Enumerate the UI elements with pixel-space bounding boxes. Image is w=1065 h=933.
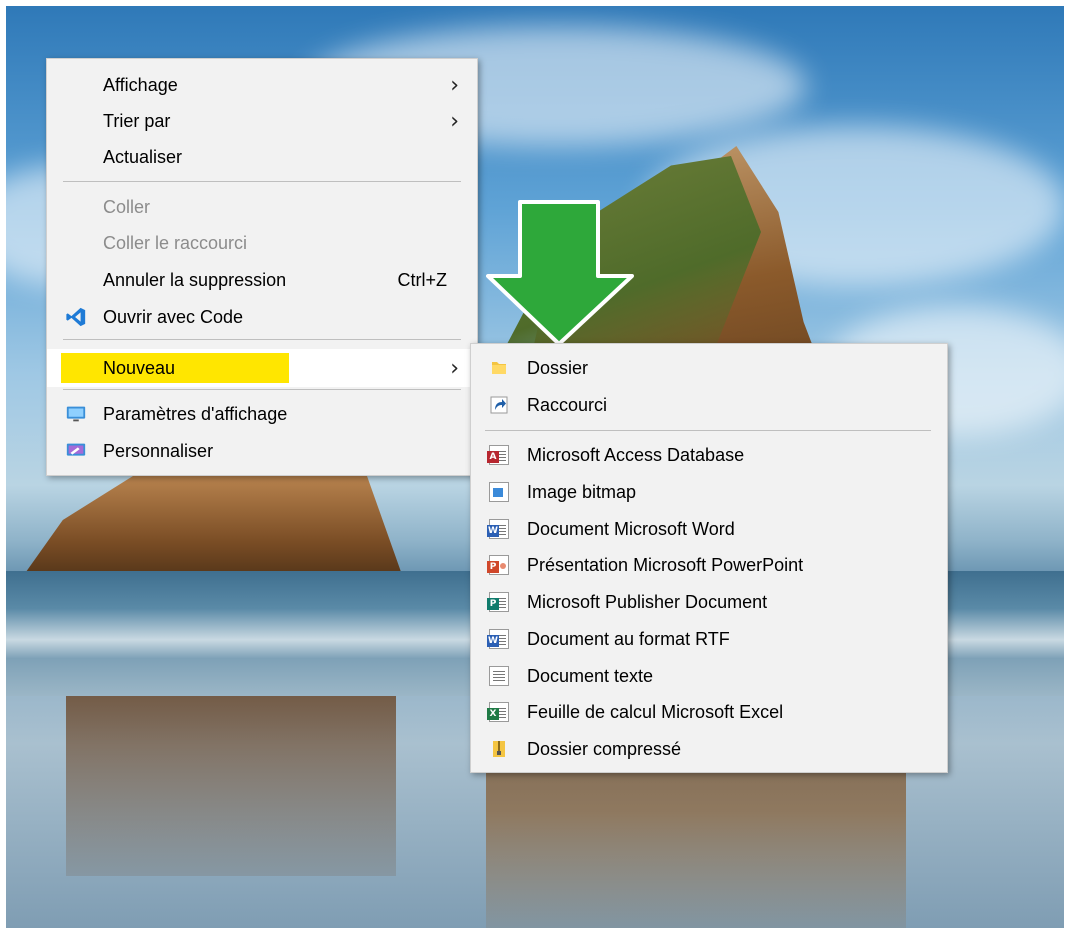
access-file-icon: A	[487, 445, 509, 465]
bitmap-file-icon	[489, 482, 509, 502]
menu-separator	[63, 389, 461, 390]
menu-item-personnaliser[interactable]: Personnaliser	[47, 433, 477, 469]
submenu-item-label: Document Microsoft Word	[527, 518, 735, 539]
submenu-item-dossier[interactable]: Dossier	[471, 350, 947, 386]
submenu-item-publisher[interactable]: P Microsoft Publisher Document	[471, 584, 947, 620]
submenu-item-label: Présentation Microsoft PowerPoint	[527, 554, 804, 575]
submenu-item-word[interactable]: W Document Microsoft Word	[471, 511, 947, 547]
personalize-icon	[66, 443, 86, 456]
menu-item-parametres-affichage[interactable]: Paramètres d'affichage	[47, 396, 477, 432]
menu-item-trier-par[interactable]: Trier par ›	[47, 103, 477, 139]
menu-item-coller[interactable]: Coller	[47, 189, 477, 225]
menu-item-label: Coller	[103, 196, 151, 217]
submenu-item-excel[interactable]: X Feuille de calcul Microsoft Excel	[471, 694, 947, 730]
submenu-item-label: Raccourci	[527, 394, 608, 415]
chevron-right-icon: ›	[450, 72, 459, 98]
nouveau-submenu: Dossier Raccourci A Microsoft Access Dat…	[470, 343, 948, 773]
submenu-item-bitmap[interactable]: Image bitmap	[471, 474, 947, 510]
menu-item-label: Ouvrir avec Code	[103, 306, 244, 327]
menu-item-actualiser[interactable]: Actualiser	[47, 139, 477, 175]
menu-item-label: Paramètres d'affichage	[103, 403, 288, 424]
word-file-icon: W	[487, 519, 509, 539]
publisher-file-icon: P	[487, 592, 509, 612]
folder-icon	[492, 362, 506, 374]
submenu-item-access[interactable]: A Microsoft Access Database	[471, 437, 947, 473]
excel-file-icon: X	[487, 702, 509, 722]
menu-item-label: Affichage	[103, 74, 178, 95]
powerpoint-file-icon: P	[487, 555, 509, 575]
shortcut-label: Ctrl+Z	[397, 269, 448, 290]
submenu-item-label: Dossier compressé	[527, 738, 682, 759]
menu-item-label: Coller le raccourci	[103, 232, 248, 253]
menu-item-label: Nouveau	[103, 357, 176, 378]
rock-formation-left	[16, 476, 406, 586]
menu-item-annuler-suppression[interactable]: Annuler la suppression Ctrl+Z	[47, 262, 477, 298]
chevron-right-icon: ›	[450, 108, 459, 134]
menu-item-affichage[interactable]: Affichage ›	[47, 67, 477, 103]
rock-reflection-left	[66, 696, 396, 876]
submenu-item-label: Dossier	[527, 357, 589, 378]
text-file-icon	[489, 666, 509, 686]
submenu-item-label: Microsoft Publisher Document	[527, 591, 768, 612]
shortcut-icon	[490, 396, 508, 414]
submenu-item-zip[interactable]: Dossier compressé	[471, 731, 947, 767]
submenu-item-powerpoint[interactable]: P Présentation Microsoft PowerPoint	[471, 547, 947, 583]
submenu-item-label: Feuille de calcul Microsoft Excel	[527, 701, 784, 722]
green-arrow-down-icon	[486, 200, 634, 346]
menu-item-coller-raccourci[interactable]: Coller le raccourci	[47, 225, 477, 261]
desktop-context-menu: Affichage › Trier par › Actualiser Colle…	[46, 58, 478, 476]
menu-item-label: Trier par	[103, 110, 171, 131]
chevron-right-icon: ›	[450, 355, 459, 381]
vscode-icon	[66, 307, 86, 327]
submenu-item-rtf[interactable]: W Document au format RTF	[471, 621, 947, 657]
menu-separator	[63, 339, 461, 340]
menu-item-ouvrir-avec-code[interactable]: Ouvrir avec Code	[47, 299, 477, 335]
submenu-separator	[485, 430, 931, 431]
menu-item-nouveau[interactable]: Nouveau ›	[47, 349, 477, 387]
rtf-file-icon: W	[487, 629, 509, 649]
submenu-item-raccourci[interactable]: Raccourci	[471, 387, 947, 423]
display-settings-icon	[66, 406, 86, 422]
submenu-item-label: Microsoft Access Database	[527, 444, 745, 465]
submenu-item-label: Document texte	[527, 665, 654, 686]
submenu-item-texte[interactable]: Document texte	[471, 658, 947, 694]
menu-item-label: Actualiser	[103, 146, 183, 167]
menu-item-label: Annuler la suppression	[103, 269, 287, 290]
submenu-item-label: Image bitmap	[527, 481, 637, 502]
menu-separator	[63, 181, 461, 182]
zip-folder-icon	[493, 741, 505, 757]
menu-item-label: Personnaliser	[103, 440, 214, 461]
submenu-item-label: Document au format RTF	[527, 628, 730, 649]
